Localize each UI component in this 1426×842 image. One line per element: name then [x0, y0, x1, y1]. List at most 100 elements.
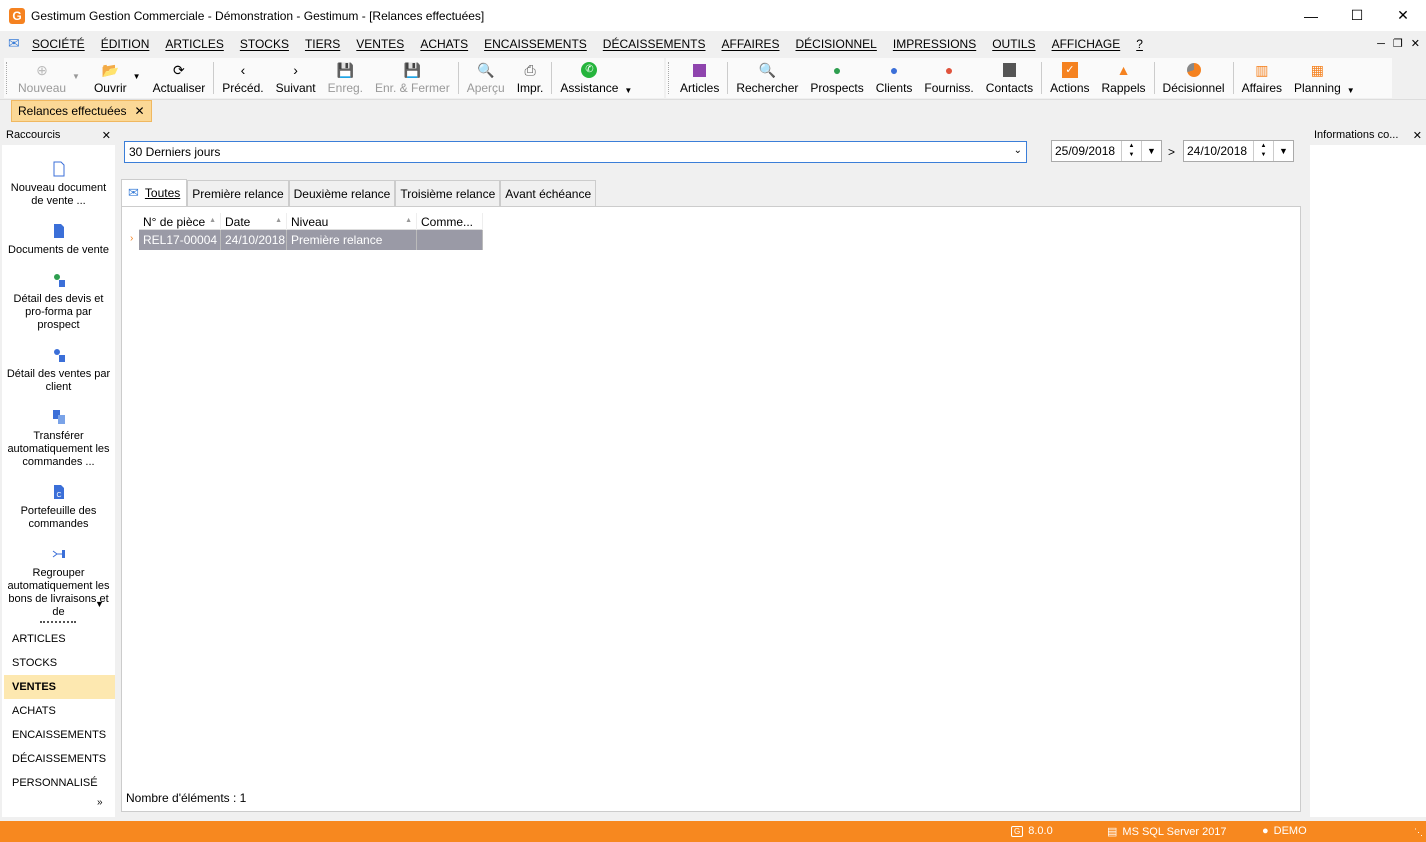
column-header-date[interactable]: Date ▲ [221, 213, 287, 230]
shortcut-detail-devis-prospect[interactable]: Détail des devis et pro-forma par prospe… [2, 272, 115, 332]
rechercher-button[interactable]: 🔍 Rechercher [730, 58, 804, 98]
actions-button[interactable]: ✓ Actions [1044, 58, 1095, 98]
resize-grip-icon[interactable]: ⋱ [1414, 827, 1423, 838]
enregistrer-button[interactable]: 💾 Enreg. [322, 58, 369, 98]
menu-decaissements[interactable]: DÉCAISSEMENTS [595, 37, 714, 51]
ouvrir-button[interactable]: 📂 Ouvrir [80, 58, 133, 98]
menu-achats[interactable]: ACHATS [412, 37, 476, 51]
toolbar-group-document: ⊕ Nouveau ▼ 📂 Ouvrir ▼ ⟳ Actualiser ‹ Précéd… [4, 58, 664, 98]
menu-stocks[interactable]: STOCKS [232, 37, 297, 51]
assistance-button[interactable]: ✆ Assistance [554, 58, 624, 98]
nav-stocks[interactable]: STOCKS [4, 651, 115, 675]
menu-affichage[interactable]: AFFICHAGE [1044, 37, 1129, 51]
ouvrir-dropdown-arrow[interactable]: ▼ [133, 58, 141, 98]
toolbar-grip[interactable] [6, 62, 10, 94]
mdi-close-button[interactable]: ✕ [1411, 37, 1420, 50]
tab-close-icon[interactable]: ✕ [135, 104, 145, 118]
date-to-field[interactable]: 24/10/2018 ▲ ▼ ▼ [1183, 140, 1294, 162]
nouveau-dropdown-arrow[interactable]: ▼ [72, 58, 80, 98]
tab-troisieme-relance[interactable]: Troisième relance [395, 180, 501, 206]
cell-numero: REL17-00004 [139, 230, 221, 250]
sidebar-title: Raccourcis [6, 129, 61, 141]
date-from-field[interactable]: 25/09/2018 ▲ ▼ ▼ [1051, 140, 1162, 162]
nav-decaissements[interactable]: DÉCAISSEMENTS [4, 747, 115, 771]
menu-affaires[interactable]: AFFAIRES [713, 37, 787, 51]
sidebar-splitter[interactable] [40, 621, 76, 623]
menu-help[interactable]: ? [1128, 37, 1151, 51]
affaires-button[interactable]: ▥ Affaires [1236, 58, 1288, 98]
maximize-button[interactable]: ☐ [1334, 0, 1380, 31]
menu-ventes[interactable]: VENTES [348, 37, 412, 51]
column-header-commentaire[interactable]: Comme... [417, 213, 483, 230]
clients-button[interactable]: ● Clients [870, 58, 919, 98]
nouveau-button[interactable]: ⊕ Nouveau [12, 58, 72, 98]
period-select[interactable]: 30 Derniers jours ⌄ [124, 141, 1027, 163]
close-button[interactable]: ✕ [1380, 0, 1426, 31]
menu-tiers[interactable]: TIERS [297, 37, 348, 51]
nav-overflow-icon[interactable]: » [97, 797, 103, 808]
date-to-spinner[interactable]: ▲ ▼ [1253, 141, 1273, 161]
main-content: 30 Derniers jours ⌄ 25/09/2018 ▲ ▼ ▼ > 24… [115, 125, 1310, 817]
nav-articles[interactable]: ARTICLES [4, 627, 115, 651]
rappels-button[interactable]: ▲ Rappels [1096, 58, 1152, 98]
imprimer-button[interactable]: ⎙ Impr. [511, 58, 550, 98]
prospects-button[interactable]: ● Prospects [804, 58, 869, 98]
menu-societe[interactable]: SOCIÉTÉ [24, 37, 93, 51]
column-header-niveau[interactable]: Niveau ▲ [287, 213, 417, 230]
menu-outils[interactable]: OUTILS [984, 37, 1043, 51]
nav-encaissements[interactable]: ENCAISSEMENTS [4, 723, 115, 747]
printer-icon: ⎙ [524, 62, 536, 78]
table-row[interactable]: REL17-00004 24/10/2018 Première relance [139, 230, 483, 250]
status-bar: G 8.0.0 ▤ MS SQL Server 2017 ● DEMO ⋱ [0, 821, 1426, 842]
articles-button[interactable]: Articles [674, 58, 725, 98]
tab-premiere-relance[interactable]: Première relance [187, 180, 289, 206]
suivant-button[interactable]: › Suivant [270, 58, 322, 98]
decisionnel-button[interactable]: Décisionnel [1157, 58, 1231, 98]
mdi-restore-button[interactable]: ❐ [1393, 37, 1403, 50]
date-from-calendar-button[interactable]: ▼ [1141, 141, 1161, 161]
menu-articles[interactable]: ARTICLES [157, 37, 231, 51]
toolbar-overflow-button[interactable]: ▼ [1347, 58, 1355, 98]
mdi-minimize-button[interactable]: ─ [1377, 38, 1385, 50]
precedent-button[interactable]: ‹ Précéd. [216, 58, 269, 98]
menu-encaissements[interactable]: ENCAISSEMENTS [476, 37, 595, 51]
fournisseurs-button[interactable]: ● Fourniss. [918, 58, 979, 98]
enregistrer-fermer-button[interactable]: 💾 Enr. & Fermer [369, 58, 456, 98]
shortcut-transferer-commandes[interactable]: Transférer automatiquement les commandes… [2, 409, 115, 469]
toolbar: ⊕ Nouveau ▼ 📂 Ouvrir ▼ ⟳ Actualiser ‹ Précéd… [0, 56, 1426, 100]
column-header-numero[interactable]: N° de pièce ▲ [139, 213, 221, 230]
nav-achats[interactable]: ACHATS [4, 699, 115, 723]
sort-icon: ▲ [405, 217, 412, 224]
minimize-button[interactable]: — [1288, 0, 1334, 31]
document-icon [53, 161, 64, 177]
shortcut-nouveau-document-vente[interactable]: Nouveau document de vente ... [2, 161, 115, 208]
info-panel-header: Informations co... ✕ [1310, 125, 1426, 145]
row-indicator-icon: › [130, 233, 134, 244]
tab-toutes[interactable]: ✉ Toutes [121, 179, 188, 206]
contacts-button[interactable]: Contacts [980, 58, 1039, 98]
apercu-button[interactable]: 🔍 Aperçu [461, 58, 511, 98]
cell-date: 24/10/2018 [221, 230, 287, 250]
toolbar-overflow-button[interactable]: ▼ [624, 58, 632, 98]
shortcuts-scroll-down-icon[interactable]: ▼ [95, 599, 104, 609]
date-from-spinner[interactable]: ▲ ▼ [1121, 141, 1141, 161]
actions-check-icon: ✓ [1061, 62, 1078, 78]
info-panel-close-icon[interactable]: ✕ [1413, 129, 1422, 142]
menu-impressions[interactable]: IMPRESSIONS [885, 37, 984, 51]
nav-personnalise[interactable]: PERSONNALISÉ [4, 771, 115, 795]
date-to-calendar-button[interactable]: ▼ [1273, 141, 1293, 161]
shortcut-documents-vente[interactable]: Documents de vente [2, 223, 115, 257]
document-tab-relances[interactable]: Relances effectuées ✕ [11, 100, 152, 122]
nav-ventes[interactable]: VENTES [4, 675, 115, 699]
planning-button[interactable]: ▦ Planning [1288, 58, 1347, 98]
tab-deuxieme-relance[interactable]: Deuxième relance [288, 180, 396, 206]
shortcut-portefeuille-commandes[interactable]: C Portefeuille des commandes [2, 484, 115, 531]
menu-edition[interactable]: ÉDITION [93, 37, 158, 51]
shortcut-regrouper-bons-livraison[interactable]: Regrouper automatiquement les bons de li… [2, 546, 115, 622]
shortcut-detail-ventes-client[interactable]: Détail des ventes par client [2, 347, 115, 394]
sidebar-close-icon[interactable]: ✕ [102, 129, 111, 142]
actualiser-button[interactable]: ⟳ Actualiser [141, 58, 212, 98]
tab-avant-echeance[interactable]: Avant échéance [500, 180, 597, 206]
toolbar-grip[interactable] [668, 62, 672, 94]
menu-decisionnel[interactable]: DÉCISIONNEL [788, 37, 885, 51]
